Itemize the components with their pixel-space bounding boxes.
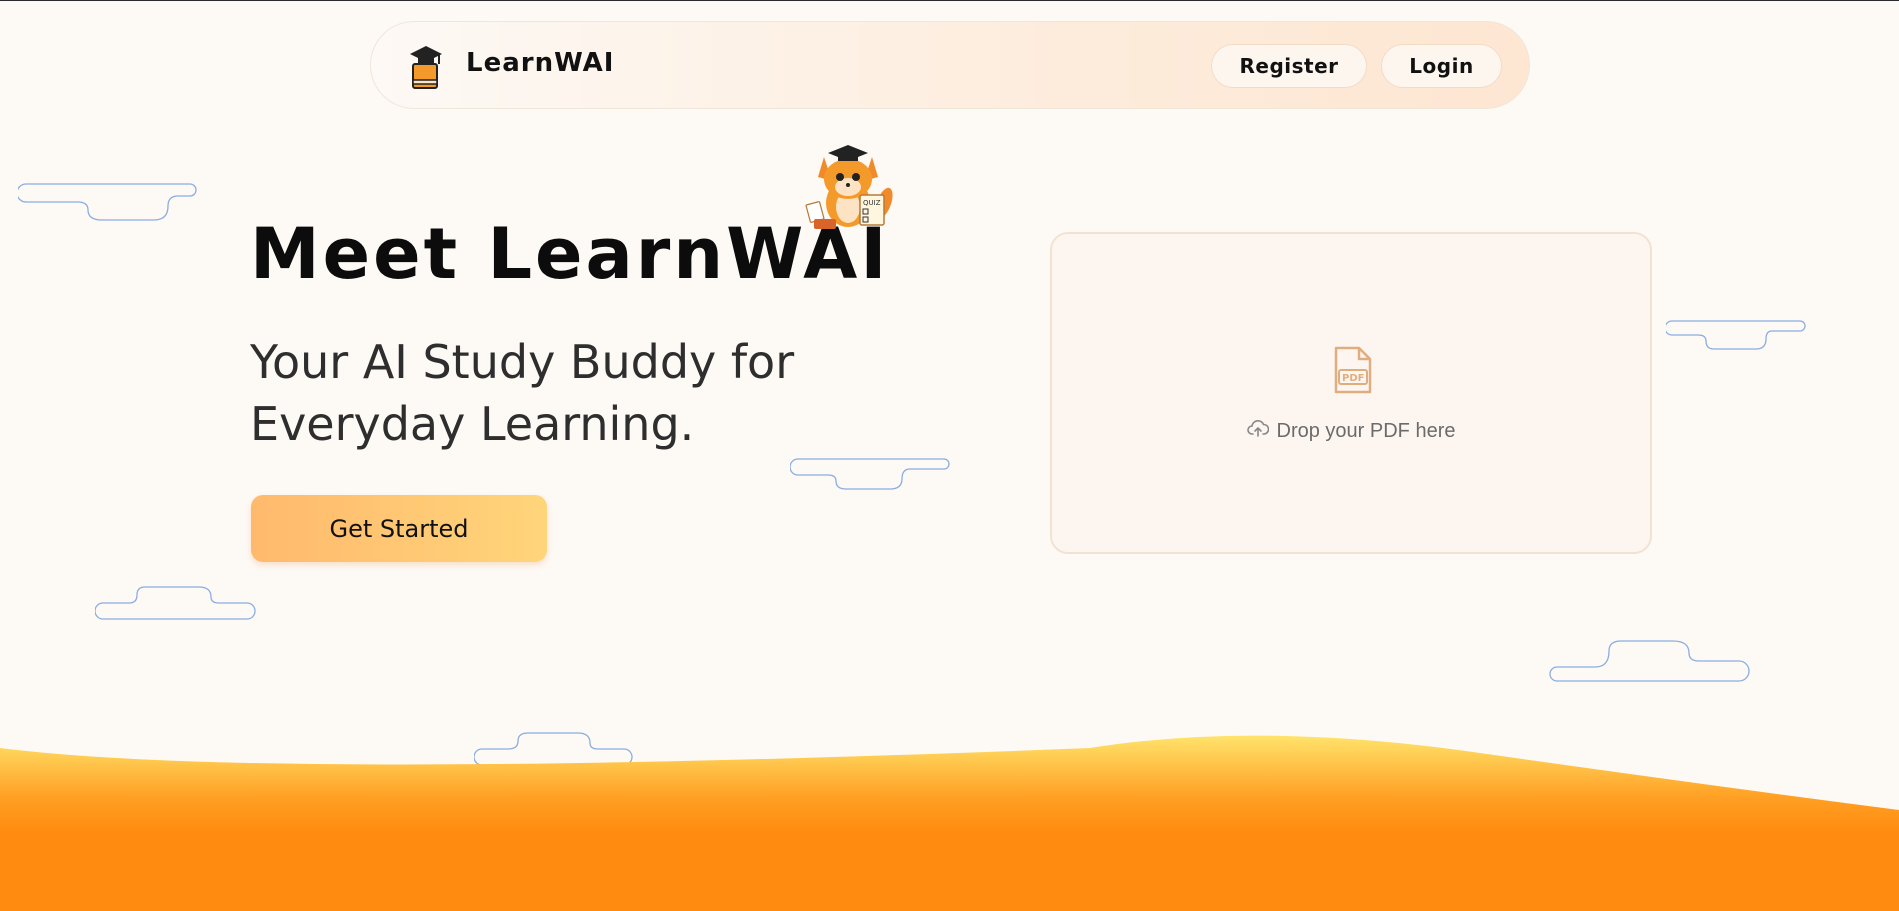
cloud-decoration (790, 458, 950, 490)
cloud-decoration (1666, 320, 1806, 350)
drop-label: Drop your PDF here (1276, 419, 1456, 442)
svg-text:QUIZ: QUIZ (863, 199, 881, 207)
cloud-decoration (18, 183, 197, 221)
pdf-dropzone[interactable]: PDF Drop your PDF here (1050, 232, 1652, 554)
get-started-button[interactable]: Get Started (251, 495, 547, 562)
cloud-upload-icon (1246, 418, 1269, 444)
orange-hill-decoration (0, 735, 1899, 911)
drop-instruction: Drop your PDF here (1052, 418, 1650, 444)
book-graduation-cap-icon[interactable] (409, 44, 443, 90)
fox-mascot-icon: QUIZ (804, 141, 894, 233)
hero-subtitle: Your AI Study Buddy for Everyday Learnin… (250, 335, 795, 451)
svg-text:PDF: PDF (1342, 373, 1364, 384)
login-button[interactable]: Login (1381, 44, 1502, 88)
hero-title: Meet LearnWAI (250, 213, 890, 295)
pdf-file-icon: PDF (1333, 346, 1373, 394)
cloud-decoration (95, 586, 256, 620)
register-button[interactable]: Register (1211, 44, 1367, 88)
cloud-decoration (1549, 640, 1750, 682)
top-navbar: LearnWAI Register Login (370, 21, 1530, 109)
brand-name[interactable]: LearnWAI (466, 48, 614, 78)
